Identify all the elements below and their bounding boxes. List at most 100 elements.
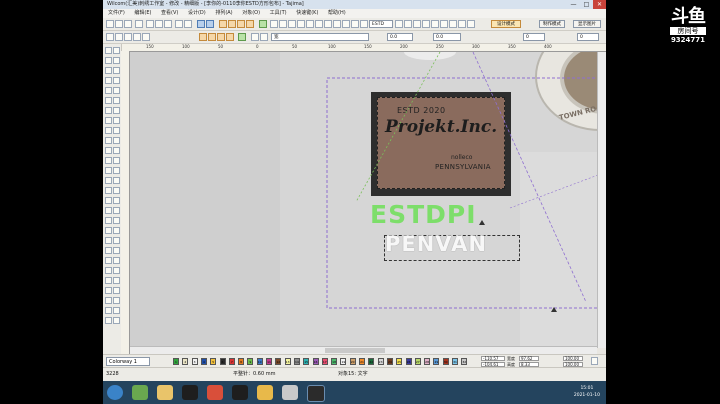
- align-icon[interactable]: [238, 33, 246, 41]
- stitch-edit-icon[interactable]: [105, 147, 112, 154]
- thread-swatch[interactable]: 32: [461, 358, 468, 365]
- cut-icon[interactable]: [146, 20, 154, 28]
- appliqué-icon[interactable]: [288, 20, 296, 28]
- break-apart-icon[interactable]: [113, 157, 120, 164]
- explorer-icon[interactable]: [257, 385, 273, 400]
- copy-icon[interactable]: [155, 20, 163, 28]
- thread-swatch[interactable]: 16: [312, 358, 319, 365]
- width-field[interactable]: 97.62: [519, 356, 539, 361]
- thread-swatch[interactable]: 28: [424, 358, 431, 365]
- font-name-select[interactable]: ESTD: [369, 20, 393, 28]
- hoop-icon[interactable]: [324, 20, 332, 28]
- measure-icon[interactable]: [351, 20, 359, 28]
- zoom-in-icon[interactable]: [197, 20, 205, 28]
- pull-comp-icon[interactable]: [113, 267, 120, 274]
- bold-icon[interactable]: [395, 20, 403, 28]
- grid-tool-icon[interactable]: [113, 227, 120, 234]
- thread-swatch[interactable]: 5: [210, 358, 217, 365]
- stitch-player-icon[interactable]: [342, 20, 350, 28]
- bead-icon[interactable]: [113, 197, 120, 204]
- thread-swatch[interactable]: 3: [191, 358, 198, 365]
- menu-shortcut[interactable]: 快速键(K): [296, 10, 318, 16]
- branch-icon[interactable]: [113, 147, 120, 154]
- maximize-button[interactable]: □: [580, 0, 593, 9]
- mirror-h-icon[interactable]: [199, 33, 207, 41]
- thread-swatch[interactable]: 31: [452, 358, 458, 365]
- stitch-type-select[interactable]: 宽: [271, 33, 369, 41]
- input-c-icon[interactable]: [105, 77, 112, 84]
- thread-swatch[interactable]: 23: [377, 358, 384, 365]
- menu-tools[interactable]: 工具(T): [270, 10, 287, 16]
- lettering-icon[interactable]: [270, 20, 278, 28]
- circle-tool-icon[interactable]: [113, 107, 120, 114]
- properties-icon[interactable]: [113, 257, 120, 264]
- complex-fill-icon[interactable]: [113, 87, 120, 94]
- entry-exit-icon[interactable]: [105, 287, 112, 294]
- thread-swatch[interactable]: 10: [256, 358, 263, 365]
- reshape-icon[interactable]: [115, 33, 123, 41]
- undo-icon[interactable]: [175, 20, 183, 28]
- wilcom-icon[interactable]: [207, 385, 223, 400]
- thread-swatch[interactable]: 14: [293, 358, 300, 365]
- obs-icon[interactable]: [307, 385, 325, 402]
- array-tool-icon[interactable]: [113, 167, 120, 174]
- thread-swatch[interactable]: 9: [247, 358, 254, 365]
- color-icon[interactable]: [360, 20, 368, 28]
- thread-swatch[interactable]: 4: [200, 358, 207, 365]
- embroidery-text-green[interactable]: ESTDPI: [370, 200, 477, 229]
- align-left-icon[interactable]: [413, 20, 421, 28]
- menu-design[interactable]: 设计(D): [188, 10, 206, 16]
- italic-icon[interactable]: [404, 20, 412, 28]
- rotate-left-icon[interactable]: [217, 33, 225, 41]
- new-file-icon[interactable]: [106, 20, 114, 28]
- thread-swatch[interactable]: 6: [219, 358, 226, 365]
- x-field[interactable]: -110.57: [481, 356, 505, 361]
- height-input[interactable]: 0.0: [433, 33, 461, 41]
- tie-in-icon[interactable]: [113, 287, 120, 294]
- app-icon[interactable]: [282, 385, 298, 400]
- thread-swatch[interactable]: 19: [340, 358, 347, 365]
- mirror-tool-icon[interactable]: [105, 167, 112, 174]
- stitch-angle-icon[interactable]: [113, 277, 120, 284]
- thread-swatch[interactable]: 26: [405, 358, 412, 365]
- select-object-icon[interactable]: [106, 33, 114, 41]
- outline-icon[interactable]: [246, 20, 254, 28]
- show-picture-button[interactable]: 显示图片: [573, 20, 601, 28]
- menu-help[interactable]: 帮助(H): [328, 10, 346, 16]
- qq-icon[interactable]: [182, 385, 198, 400]
- thread-swatch[interactable]: 7: [228, 358, 235, 365]
- trace-icon[interactable]: [113, 207, 120, 214]
- print-icon[interactable]: [135, 20, 143, 28]
- thread-swatch[interactable]: 12: [275, 358, 282, 365]
- applique-tool-icon[interactable]: [105, 107, 112, 114]
- order-icon[interactable]: [260, 33, 268, 41]
- thread-swatch[interactable]: 1: [173, 358, 179, 365]
- menu-file[interactable]: 文件(F): [108, 10, 125, 16]
- menu-arrange[interactable]: 排列(A): [215, 10, 232, 16]
- thread-swatch[interactable]: 30: [442, 358, 449, 365]
- open-file-icon[interactable]: [115, 20, 123, 28]
- distribute-icon[interactable]: [251, 33, 259, 41]
- input-a-icon[interactable]: [105, 67, 112, 74]
- reshape-tool-icon[interactable]: [113, 47, 120, 54]
- ungroup-icon[interactable]: [133, 33, 141, 41]
- pan-tool-icon[interactable]: [113, 57, 120, 64]
- spacing-icon[interactable]: [440, 20, 448, 28]
- thread-swatch[interactable]: 21: [359, 358, 365, 365]
- sequin-icon[interactable]: [105, 197, 112, 204]
- paste-icon[interactable]: [164, 20, 172, 28]
- stop-tool-icon[interactable]: [105, 317, 112, 324]
- production-mode-button[interactable]: 制作模式: [539, 20, 565, 28]
- trim-icon[interactable]: [297, 20, 305, 28]
- design-canvas[interactable]: TOWN ROAD NO. 229 ESTD 2020 Projekt.Inc.…: [130, 52, 606, 348]
- satin-icon[interactable]: [228, 20, 236, 28]
- run-icon[interactable]: [105, 97, 112, 104]
- text-tool-icon[interactable]: [105, 127, 112, 134]
- zoom-out-icon[interactable]: [206, 20, 214, 28]
- offset-icon[interactable]: [105, 177, 112, 184]
- thread-swatch[interactable]: 15: [303, 358, 310, 365]
- align-right-icon[interactable]: [431, 20, 439, 28]
- embroidery-text-white[interactable]: PENVAN: [385, 232, 487, 256]
- travel-icon[interactable]: [259, 20, 267, 28]
- bitmap-icon[interactable]: [105, 217, 112, 224]
